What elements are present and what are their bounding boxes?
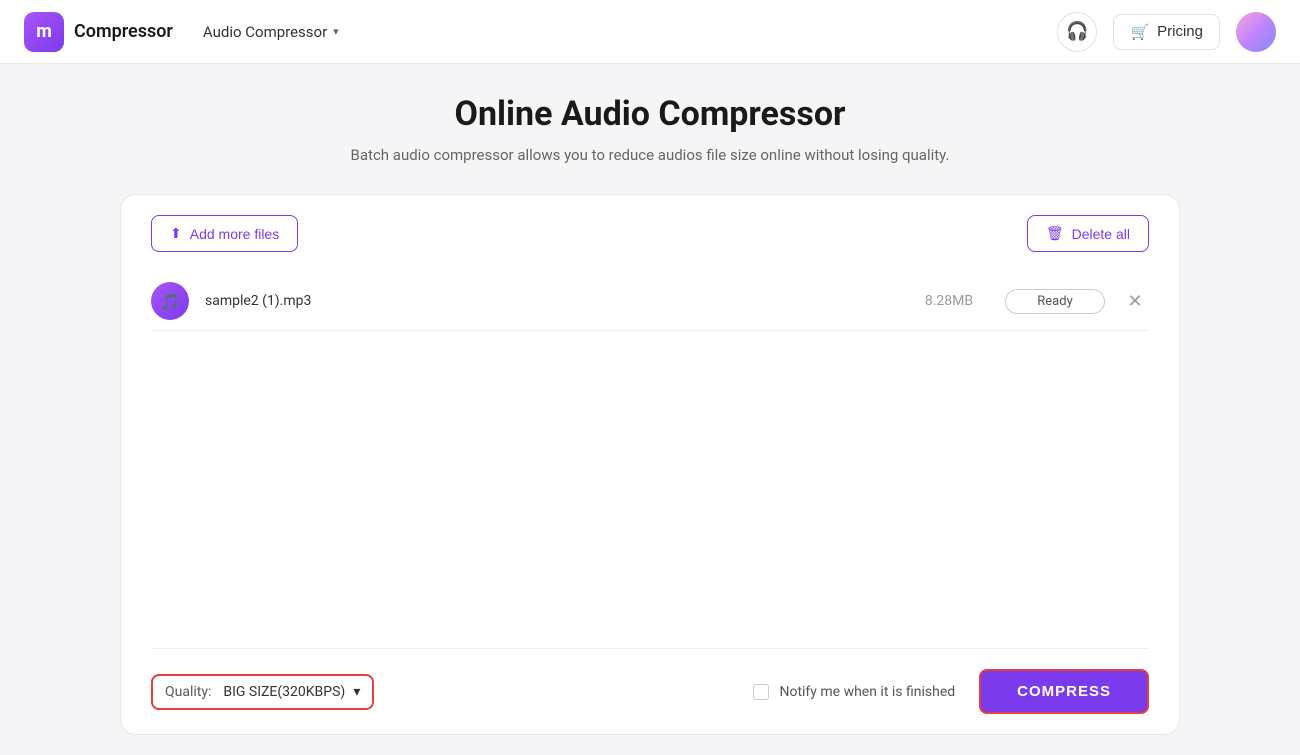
quality-value: BIG SIZE(320KBPS) (223, 684, 345, 700)
add-files-label: Add more files (190, 226, 279, 242)
table-row: 🎵 sample2 (1).mp3 8.28MB Ready ✕ (151, 272, 1149, 331)
compress-label: COMPRESS (1017, 683, 1111, 700)
pricing-button[interactable]: 🛒 Pricing (1113, 14, 1220, 50)
music-icon: 🎵 (160, 292, 180, 311)
card-toolbar: ⬆ Add more files 🗑 Delete all (151, 215, 1149, 252)
quality-label: Quality: (165, 684, 211, 700)
delete-all-button[interactable]: 🗑 Delete all (1027, 215, 1149, 252)
chevron-down-icon: ▾ (333, 25, 339, 38)
file-type-icon: 🎵 (151, 282, 189, 320)
nav-audio-compressor[interactable]: Audio Compressor ▾ (193, 17, 349, 47)
card-footer: Quality: BIG SIZE(320KBPS) ▾ Notify me w… (151, 648, 1149, 714)
file-list: 🎵 sample2 (1).mp3 8.28MB Ready ✕ (151, 272, 1149, 331)
pricing-label: Pricing (1157, 23, 1203, 40)
notify-checkbox[interactable] (753, 684, 769, 700)
nav-label: Audio Compressor (203, 23, 327, 41)
trash-icon: 🗑 (1046, 225, 1064, 242)
headphone-button[interactable]: 🎧 (1057, 12, 1097, 52)
upload-icon: ⬆ (170, 225, 182, 242)
status-badge: Ready (1005, 289, 1105, 314)
page-subtitle: Batch audio compressor allows you to red… (351, 146, 950, 164)
delete-file-button[interactable]: ✕ (1121, 287, 1149, 315)
header-actions: 🎧 🛒 Pricing (1057, 12, 1276, 52)
notify-label: Notify me when it is finished (779, 684, 955, 700)
notify-section: Notify me when it is finished (753, 684, 955, 700)
cart-icon: 🛒 (1130, 23, 1149, 41)
logo-icon: m (24, 12, 64, 52)
chevron-down-icon: ▾ (353, 684, 360, 700)
delete-all-label: Delete all (1072, 226, 1130, 242)
logo: m Compressor (24, 12, 173, 52)
status-text: Ready (1037, 294, 1072, 309)
app-name: Compressor (74, 21, 173, 42)
file-name: sample2 (1).mp3 (205, 293, 893, 309)
page-title: Online Audio Compressor (455, 94, 846, 134)
footer-right: Notify me when it is finished COMPRESS (753, 669, 1149, 714)
main: Online Audio Compressor Batch audio comp… (0, 64, 1300, 755)
file-size: 8.28MB (909, 293, 989, 309)
quality-select[interactable]: BIG SIZE(320KBPS) ▾ (223, 684, 360, 700)
quality-section: Quality: BIG SIZE(320KBPS) ▾ (151, 674, 374, 710)
content-card: ⬆ Add more files 🗑 Delete all 🎵 sample2 … (120, 194, 1180, 735)
avatar[interactable] (1236, 12, 1276, 52)
headphone-icon: 🎧 (1066, 21, 1088, 42)
header: m Compressor Audio Compressor ▾ 🎧 🛒 Pric… (0, 0, 1300, 64)
add-files-button[interactable]: ⬆ Add more files (151, 215, 298, 252)
compress-button[interactable]: COMPRESS (979, 669, 1149, 714)
